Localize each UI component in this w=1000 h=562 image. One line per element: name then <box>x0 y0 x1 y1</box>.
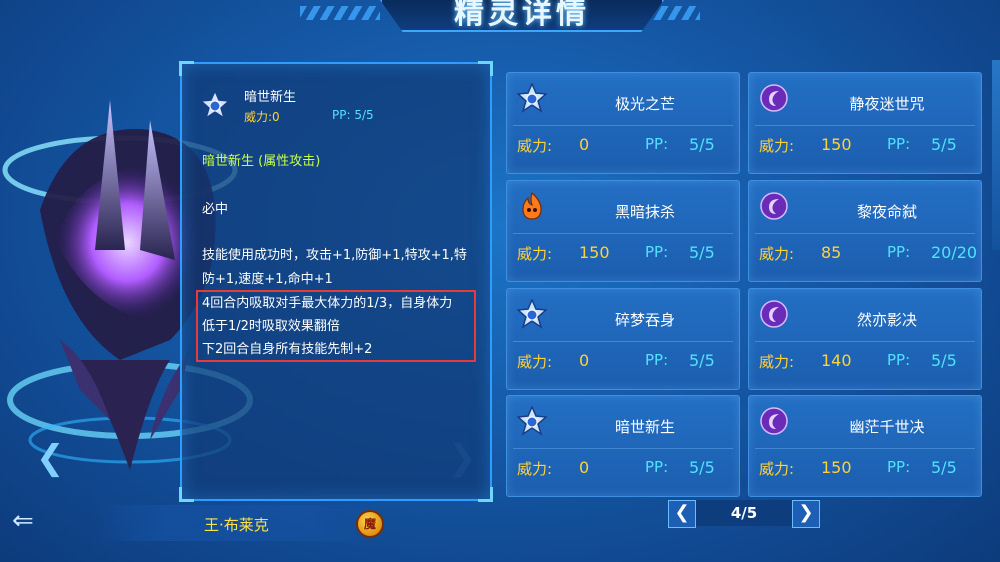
star-icon <box>200 90 230 120</box>
back-arrow-icon[interactable]: ⇐ <box>12 508 52 534</box>
pp-value: 20/20 <box>931 243 978 262</box>
shadow-icon <box>759 83 789 117</box>
divider <box>513 448 733 449</box>
header-decoration-left <box>300 6 380 20</box>
skill-detail-power: 威力:0 <box>244 108 280 125</box>
power-value: 140 <box>821 351 852 370</box>
power-value: 150 <box>821 135 852 154</box>
page-title: 精灵详情 <box>454 0 590 31</box>
pp-label: PP: <box>887 243 911 261</box>
pet-name: 王·布莱克 <box>204 516 269 534</box>
pp-label: PP: <box>645 135 669 153</box>
skill-card[interactable]: 黎夜命弑威力: 85 PP: 20/20 <box>748 180 982 282</box>
skill-card[interactable]: 幽茫千世决威力: 150 PP: 5/5 <box>748 395 982 497</box>
skill-effect-stats: 技能使用成功时，攻击+1,防御+1,特攻+1,特防+1,速度+1,命中+1 <box>202 248 467 287</box>
pp-value: 5/5 <box>689 243 715 262</box>
divider <box>513 125 733 126</box>
skill-detail-panel: 暗世新生 威力:0 PP: 5/5 暗世新生 (属性攻击) 必中 技能使用成功时… <box>179 61 493 502</box>
pp-label: PP: <box>645 351 669 369</box>
pp-label: PP: <box>645 458 669 476</box>
star-icon <box>516 405 548 440</box>
skill-name: 暗世新生 <box>614 418 675 436</box>
skill-detail-pp: PP: 5/5 <box>332 108 374 122</box>
skill-card[interactable]: 黑暗抹杀威力: 150 PP: 5/5 <box>506 180 740 282</box>
power-value: 0 <box>579 458 590 477</box>
power-label: 威力: <box>759 353 795 371</box>
attribute-badge-icon: 魔 <box>356 510 384 538</box>
power-value: 150 <box>821 458 852 477</box>
pp-value: 5/5 <box>689 351 715 370</box>
pp-value: 5/5 <box>354 108 374 122</box>
shadow-icon <box>759 299 789 333</box>
pp-label: PP: <box>887 135 911 153</box>
panel-corner <box>478 487 493 502</box>
divider <box>755 341 975 342</box>
skill-card[interactable]: 极光之芒威力: 0 PP: 5/5 <box>506 72 740 174</box>
skill-card[interactable]: 碎梦吞身威力: 0 PP: 5/5 <box>506 288 740 390</box>
divider <box>755 233 975 234</box>
panel-corner <box>478 61 493 76</box>
skill-effect-drain: 4回合内吸取对手最大体力的1/3，自身体力 低于1/2时吸取效果翻倍 下2回合自… <box>202 292 474 361</box>
star-icon <box>516 298 548 333</box>
power-value: 85 <box>821 243 842 262</box>
skill-type: 暗世新生 (属性攻击) <box>202 154 321 169</box>
skill-name: 静夜迷世咒 <box>849 95 925 113</box>
shadow-icon <box>759 191 789 225</box>
panel-corner <box>179 487 194 502</box>
header-bar: 精灵详情 <box>380 0 664 32</box>
pp-value: 5/5 <box>689 135 715 154</box>
effect-line: 下2回合自身所有技能先制+2 <box>202 342 373 357</box>
scroll-edge <box>992 60 1000 250</box>
pp-label: PP: <box>887 458 911 476</box>
page-indicator: 4/5 <box>696 500 792 526</box>
power-value: 0 <box>272 110 280 124</box>
power-label: 威力: <box>517 137 553 155</box>
skill-name: 黑暗抹杀 <box>614 203 675 221</box>
power-label: 威力: <box>517 245 553 263</box>
prev-page-button[interactable]: ❮ <box>668 500 696 528</box>
pp-value: 5/5 <box>931 351 957 370</box>
power-value: 0 <box>579 351 590 370</box>
power-value: 0 <box>579 135 590 154</box>
divider <box>755 125 975 126</box>
power-value: 150 <box>579 243 610 262</box>
skill-hit: 必中 <box>202 202 229 217</box>
power-label: 威力: <box>759 137 795 155</box>
skill-card[interactable]: 然亦影决威力: 140 PP: 5/5 <box>748 288 982 390</box>
effect-line: 低于1/2时吸取效果翻倍 <box>202 319 340 334</box>
pp-label: PP: <box>887 351 911 369</box>
effect-line: 4回合内吸取对手最大体力的1/3，自身体力 <box>202 296 453 311</box>
skill-name: 碎梦吞身 <box>614 311 675 329</box>
pp-label: PP: <box>332 108 351 122</box>
skill-card[interactable]: 静夜迷世咒威力: 150 PP: 5/5 <box>748 72 982 174</box>
power-label: 威力: <box>759 245 795 263</box>
shadow-icon <box>759 406 789 440</box>
pager: ❮ 4/5 ❯ <box>668 500 820 528</box>
skill-detail-name: 暗世新生 <box>244 90 297 105</box>
divider <box>755 448 975 449</box>
divider <box>513 233 733 234</box>
pp-value: 5/5 <box>931 458 957 477</box>
pet-name-bar: 王·布莱克 <box>94 505 384 541</box>
fire-icon <box>517 191 547 225</box>
pp-value: 5/5 <box>931 135 957 154</box>
next-page-button[interactable]: ❯ <box>792 500 820 528</box>
pp-label: PP: <box>645 243 669 261</box>
skill-name: 幽茫千世决 <box>849 418 925 436</box>
power-label: 威力: <box>759 460 795 478</box>
skill-name: 极光之芒 <box>614 95 675 113</box>
power-label: 威力: <box>517 353 553 371</box>
panel-corner <box>179 61 194 76</box>
pp-value: 5/5 <box>689 458 715 477</box>
divider <box>513 341 733 342</box>
power-label: 威力: <box>517 460 553 478</box>
prev-pet-arrow[interactable]: ❮ <box>36 438 65 478</box>
skill-name: 然亦影决 <box>856 311 917 329</box>
power-label: 威力: <box>244 110 273 124</box>
star-icon <box>516 82 548 117</box>
skill-card[interactable]: 暗世新生威力: 0 PP: 5/5 <box>506 395 740 497</box>
skill-name: 黎夜命弑 <box>856 203 917 221</box>
